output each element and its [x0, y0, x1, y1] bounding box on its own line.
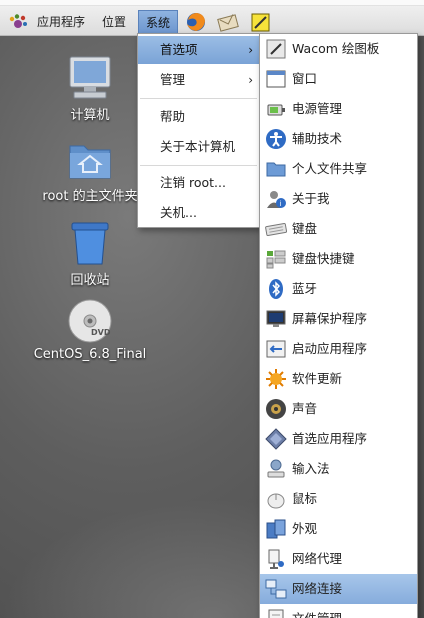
software-update-icon	[266, 369, 286, 389]
menu-item-help[interactable]: 帮助	[138, 103, 259, 131]
accessibility-icon	[266, 129, 286, 149]
dvd-icon: DVD	[68, 299, 112, 343]
home-folder-icon	[69, 145, 111, 179]
system-menu: 首选项 › 管理 › 帮助 关于本计算机 注销 root... 关机...	[137, 33, 260, 228]
pref-item-file-sharing[interactable]: 个人文件共享	[260, 154, 417, 184]
desktop-icon-dvd[interactable]: DVD CentOS_6.8_Final	[28, 298, 152, 362]
startup-apps-icon	[266, 340, 286, 358]
pref-item-input-method[interactable]: 输入法	[260, 454, 417, 484]
menu-item-preferences[interactable]: 首选项 ›	[138, 36, 259, 64]
desktop-icon-label: 回收站	[70, 273, 110, 288]
pref-item-network-proxy[interactable]: 网络代理	[260, 544, 417, 574]
sound-icon	[266, 399, 286, 419]
pref-item-bluetooth[interactable]: 蓝牙	[260, 274, 417, 304]
power-icon	[267, 104, 285, 116]
trash-icon	[71, 222, 109, 265]
menu-item-shutdown[interactable]: 关机...	[138, 199, 259, 227]
file-management-icon	[268, 609, 284, 618]
pref-item-power[interactable]: 电源管理	[260, 94, 417, 124]
desktop-icon-label: root 的主文件夹	[42, 189, 138, 204]
bluetooth-icon	[269, 279, 283, 299]
pref-item-software-updates[interactable]: 软件更新	[260, 364, 417, 394]
about-me-icon: i	[267, 191, 286, 208]
submenu-arrow-icon: ›	[248, 73, 253, 87]
pref-item-about-me[interactable]: i 关于我	[260, 184, 417, 214]
places-menu[interactable]: 位置	[98, 10, 130, 34]
top-panel: 应用程序 位置 系统	[0, 0, 424, 36]
network-proxy-icon	[268, 549, 284, 569]
pref-item-sound[interactable]: 声音	[260, 394, 417, 424]
menu-item-logout[interactable]: 注销 root...	[138, 169, 259, 197]
desktop-icon-trash[interactable]: 回收站	[60, 220, 120, 288]
desktop-icon-label: 计算机	[70, 108, 110, 123]
pref-item-keyboard-shortcuts[interactable]: 键盘快捷键	[260, 244, 417, 274]
pref-item-appearance[interactable]: 外观	[260, 514, 417, 544]
pref-item-file-management[interactable]: 文件管理	[260, 604, 417, 618]
gnome-foot-icon[interactable]	[8, 13, 28, 33]
keyboard-shortcuts-icon	[266, 250, 286, 269]
submenu-arrow-icon: ›	[248, 43, 253, 57]
wacom-tablet-icon	[266, 39, 286, 59]
appearance-icon	[266, 519, 286, 539]
input-method-icon	[267, 459, 285, 478]
system-menu-button[interactable]: 系统	[138, 10, 178, 34]
text-editor-icon[interactable]	[249, 11, 273, 33]
preferences-menu: Wacom 绘图板 窗口 电源管理 辅助技术 个人文件共享 i 关于我 键盘 键…	[259, 33, 418, 618]
svg-text:DVD: DVD	[91, 328, 111, 337]
mouse-icon	[267, 493, 285, 509]
pref-item-screensaver[interactable]: 屏幕保护程序	[260, 304, 417, 334]
pref-item-accessibility[interactable]: 辅助技术	[260, 124, 417, 154]
desktop-icon-home[interactable]: root 的主文件夹	[34, 138, 146, 204]
folder-share-icon	[266, 162, 286, 177]
menu-separator	[140, 98, 257, 99]
pref-item-network-connections[interactable]: 网络连接	[260, 574, 417, 604]
svg-text:i: i	[280, 200, 282, 208]
menu-item-about-computer[interactable]: 关于本计算机	[138, 133, 259, 161]
pref-item-wacom[interactable]: Wacom 绘图板	[260, 34, 417, 64]
keyboard-icon	[265, 222, 287, 237]
pref-item-mouse[interactable]: 鼠标	[260, 484, 417, 514]
pref-item-windows[interactable]: 窗口	[260, 64, 417, 94]
network-connections-icon	[265, 579, 287, 599]
pref-item-startup-apps[interactable]: 启动应用程序	[260, 334, 417, 364]
pref-item-keyboard[interactable]: 键盘	[260, 214, 417, 244]
email-client-icon[interactable]	[216, 11, 240, 33]
desktop-icon-label: CentOS_6.8_Final	[33, 347, 147, 362]
preferred-apps-icon	[265, 428, 287, 450]
firefox-icon[interactable]	[184, 11, 208, 33]
menu-item-administration[interactable]: 管理 ›	[138, 66, 259, 94]
applications-menu[interactable]: 应用程序	[33, 10, 89, 34]
screensaver-icon	[266, 310, 286, 327]
computer-icon	[69, 56, 111, 99]
window-icon	[266, 70, 286, 88]
desktop-icon-computer[interactable]: 计算机	[60, 55, 120, 123]
menu-separator	[140, 165, 257, 166]
pref-item-preferred-apps[interactable]: 首选应用程序	[260, 424, 417, 454]
top-strip	[0, 0, 424, 6]
